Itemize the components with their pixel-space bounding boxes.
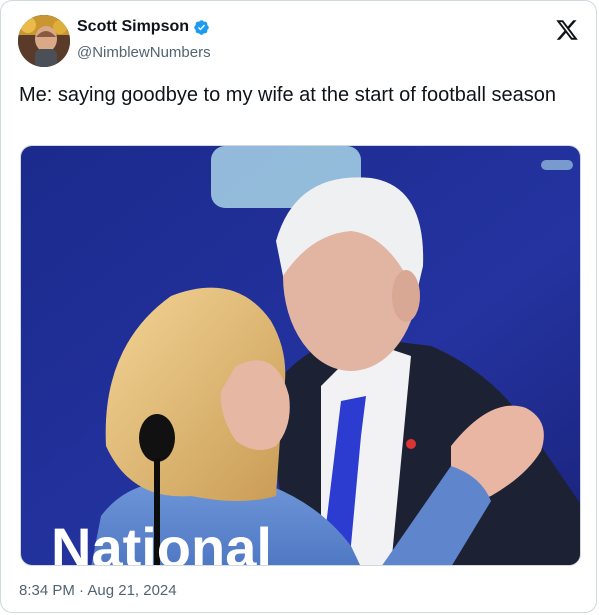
avatar-image xyxy=(18,15,70,67)
tweet-timestamp[interactable]: 8:34 PM · Aug 21, 2024 xyxy=(19,582,177,599)
x-logo-icon[interactable] xyxy=(555,18,579,42)
tweet-media[interactable]: National xyxy=(20,145,581,566)
avatar[interactable] xyxy=(18,15,70,67)
author-handle[interactable]: @NimblewNumbers xyxy=(77,44,211,61)
author-name-row: Scott Simpson xyxy=(77,18,210,36)
tweet-text: Me: saying goodbye to my wife at the sta… xyxy=(19,84,556,106)
embedded-photo: National xyxy=(21,146,580,566)
verified-check-icon xyxy=(193,19,210,36)
tweet-card: Scott Simpson @NimblewNumbers Me: saying… xyxy=(0,0,597,613)
media-banner-text: National xyxy=(51,516,272,566)
author-name[interactable]: Scott Simpson xyxy=(77,18,189,36)
